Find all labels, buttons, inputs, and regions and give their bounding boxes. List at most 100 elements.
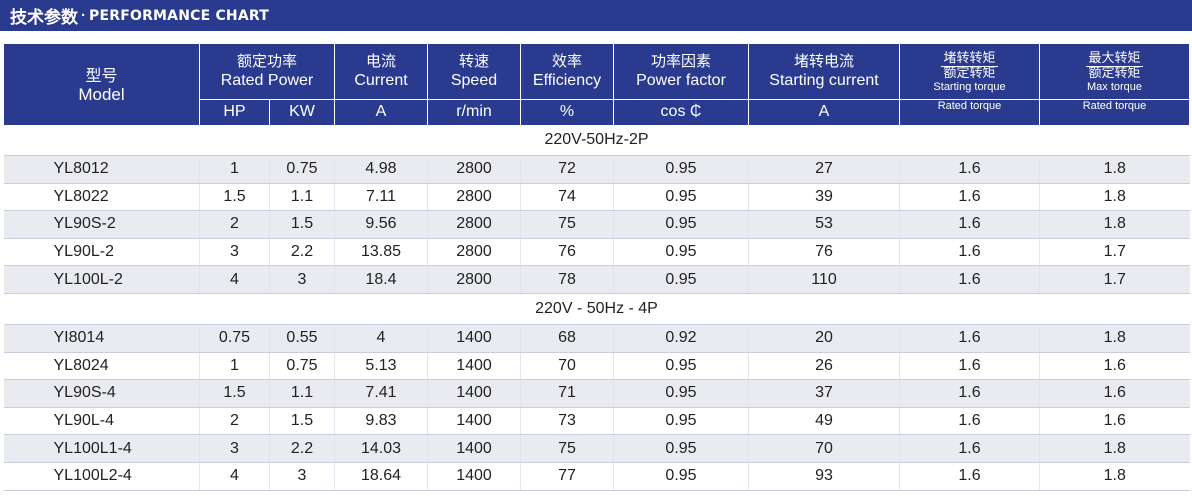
cell-hp: 1.5 [199,379,270,408]
header-starting-torque-zh-top: 堵转转矩 [941,51,998,68]
cell-max-torque: 1.6 [1039,379,1190,408]
cell-hp: 1 [199,155,270,184]
header-unit-power-factor: cos ₵ [613,98,749,125]
cell-model: YL90L-4 [3,407,200,436]
cell-kw: 2.2 [269,434,335,463]
header-max-torque-en-top: Max torque [1086,81,1143,94]
header-starting-torque: 堵转转矩 额定转矩 Starting torque [899,44,1040,99]
table-row: YL100L-2 4 3 18.4 2800 78 0.95 110 1.6 1.7 [3,265,1190,294]
cell-efficiency: 76 [520,238,614,267]
cell-hp: 0.75 [199,324,270,353]
header-power-factor: 功率因素 Power factor [613,44,749,99]
table-row: YL8024 1 0.75 5.13 1400 70 0.95 26 1.6 1.6 [3,352,1190,381]
cell-hp: 2 [199,407,270,436]
header-speed: 转速 Speed [427,44,521,99]
cell-pf: 0.95 [613,434,749,463]
cell-max-torque: 1.8 [1039,155,1190,184]
cell-model: YL100L2-4 [3,462,200,491]
cell-max-torque: 1.8 [1039,324,1190,353]
cell-start-torque: 1.6 [899,379,1040,408]
performance-chart-page: 技术参数 · PERFORMANCE CHART 型号 Model 额定功率 R… [0,0,1192,503]
header-efficiency-en: Efficiency [532,72,602,90]
cell-start-torque: 1.6 [899,324,1040,353]
section-label: 220V-50Hz-2P [3,125,1190,156]
cell-model: YL8024 [3,352,200,381]
table-row: YL90L-4 2 1.5 9.83 1400 73 0.95 49 1.6 1.6 [3,407,1190,436]
header-max-torque-zh-bottom: 额定转矩 [1088,66,1141,82]
table-header: 型号 Model 额定功率 Rated Power 电流 Current 转速 … [3,44,1190,125]
cell-efficiency: 71 [520,379,614,408]
header-power-factor-en: Power factor [636,72,726,90]
section-label: 220V - 50Hz - 4P [3,293,1190,325]
cell-model: YI8014 [3,324,200,353]
cell-model: YL8012 [3,155,200,184]
cell-current: 9.83 [334,407,428,436]
cell-speed: 1400 [427,407,521,436]
cell-max-torque: 1.8 [1039,183,1190,212]
cell-start-torque: 1.6 [899,155,1040,184]
header-current-zh: 电流 [365,52,396,71]
header-model: 型号 Model [3,44,200,125]
cell-efficiency: 77 [520,462,614,491]
cell-efficiency: 70 [520,352,614,381]
table-row: YL90L-2 3 2.2 13.85 2800 76 0.95 76 1.6 1.7 [3,238,1190,267]
header-unit-kw: KW [269,98,335,125]
cell-speed: 1400 [427,379,521,408]
cell-current: 18.64 [334,462,428,491]
title-english: PERFORMANCE CHART [89,7,269,24]
cell-hp: 3 [199,238,270,267]
header-rated-power: 额定功率 Rated Power [199,44,335,99]
cell-model: YL100L-2 [3,265,200,294]
cell-start-current: 26 [748,352,900,381]
header-model-zh: 型号 [85,65,118,85]
header-unit-current: A [334,98,428,125]
cell-current: 13.85 [334,238,428,267]
cell-pf: 0.95 [613,379,749,408]
cell-start-current: 76 [748,238,900,267]
table-row: YL90S-4 1.5 1.1 7.41 1400 71 0.95 37 1.6 1.6 [3,379,1190,408]
cell-speed: 2800 [427,238,521,267]
cell-kw: 0.75 [269,155,335,184]
cell-start-torque: 1.6 [899,183,1040,212]
header-rated-power-zh: 额定功率 [236,52,297,71]
table-row: YL100L2-4 4 3 18.64 1400 77 0.95 93 1.6 1.8 [3,462,1190,491]
cell-efficiency: 75 [520,210,614,239]
cell-current: 4.98 [334,155,428,184]
cell-start-torque: 1.6 [899,265,1040,294]
header-unit-speed: r/min [427,98,521,125]
cell-max-torque: 1.6 [1039,407,1190,436]
cell-start-current: 70 [748,434,900,463]
cell-efficiency: 73 [520,407,614,436]
header-current-en: Current [354,72,408,90]
cell-pf: 0.95 [613,265,749,294]
table-body: 220V-50Hz-2P YL8012 1 0.75 4.98 2800 72 0.95 27 1… [3,125,1190,491]
cell-kw: 1.5 [269,210,335,239]
cell-current: 5.13 [334,352,428,381]
cell-kw: 0.75 [269,352,335,381]
section-row: 220V-50Hz-2P [3,125,1190,156]
cell-max-torque: 1.8 [1039,434,1190,463]
header-starting-torque-en-top: Starting torque [933,81,1006,94]
header-current: 电流 Current [334,44,428,99]
cell-hp: 1.5 [199,183,270,212]
header-efficiency: 效率 Efficiency [520,44,614,99]
cell-pf: 0.95 [613,238,749,267]
cell-speed: 2800 [427,265,521,294]
cell-speed: 2800 [427,183,521,212]
header-unit-hp: HP [199,98,270,125]
cell-max-torque: 1.8 [1039,210,1190,239]
cell-kw: 1.5 [269,407,335,436]
cell-model: YL90L-2 [3,238,200,267]
cell-current: 9.56 [334,210,428,239]
cell-model: YL8022 [3,183,200,212]
cell-efficiency: 74 [520,183,614,212]
cell-max-torque: 1.7 [1039,238,1190,267]
cell-model: YL90S-4 [3,379,200,408]
cell-kw: 3 [269,462,335,491]
header-unit-efficiency: % [520,98,614,125]
table-row: YI8014 0.75 0.55 4 1400 68 0.92 20 1.6 1.8 [3,324,1190,353]
cell-pf: 0.95 [613,407,749,436]
header-max-torque: 最大转矩 额定转矩 Max torque [1039,44,1190,99]
header-speed-zh: 转速 [458,52,489,71]
cell-current: 7.41 [334,379,428,408]
